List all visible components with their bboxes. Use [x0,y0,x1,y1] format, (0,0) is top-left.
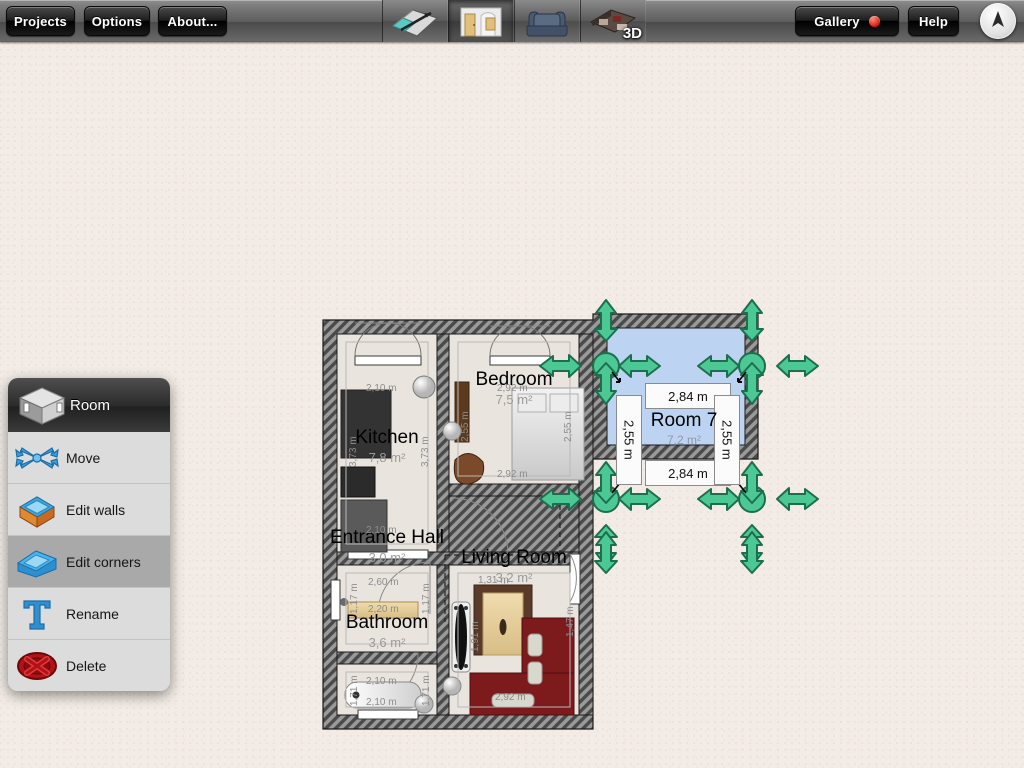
edge-arrow-bottom-a [619,488,660,510]
context-menu-item-edit-corners[interactable]: Edit corners [8,536,170,588]
tool-button-group: 3D [382,0,646,42]
context-menu-label-edit-corners: Edit corners [66,554,141,570]
tool-3d-view[interactable]: 3D [580,0,646,42]
context-menu-item-delete[interactable]: Delete [8,640,170,691]
text-t-icon [8,588,66,639]
context-menu-title: Room [70,397,110,414]
dim-bath-top: 2,10 m [366,676,397,687]
room-box-icon [16,384,68,431]
delete-cross-icon [8,640,66,691]
dim-bedroom-top: 2,92 m [497,383,528,394]
dim-kitchen-right: 3,73 m [420,436,431,467]
dim-kitchen-top: 2,10 m [366,383,397,394]
move-arrows-icon [8,432,66,483]
help-button[interactable]: Help [908,6,959,36]
edit-corners-icon [8,536,66,587]
projects-button[interactable]: Projects [6,6,75,36]
corner-arrow-right-bottom [777,488,818,510]
dim-bath-bottom: 2,10 m [366,697,397,708]
dim-bedroom-right: 2,55 m [563,411,574,442]
gallery-label: Gallery [814,14,860,29]
room7-name: Room 7 [636,410,732,432]
tool-doors-windows[interactable] [448,0,514,42]
plan-canvas[interactable]: Kitchen 7,8 m² Bedroom 7,5 m² Entrance H… [0,42,1024,768]
gallery-button[interactable]: Gallery [795,6,899,36]
dim-bath-left: 1,71 m [349,675,360,706]
dim-hall-top: 2,60 m [368,577,399,588]
dim-kitchen-bottom: 2,10 m [366,525,397,536]
context-menu-label-delete: Delete [66,658,106,674]
corner-arrow-right-top [777,355,818,377]
about-button[interactable]: About... [158,6,227,36]
dim-hall-bottom: 2,20 m [368,604,399,615]
context-menu-label-edit-walls: Edit walls [66,502,125,518]
edge-arrow-bottom-b [698,488,739,510]
dim-hall-left: 1,17 m [349,583,360,614]
context-menu-label-rename: Rename [66,606,119,622]
dim-bedroom-left: 2,55 m [460,411,471,442]
top-toolbar: Projects Options About... [0,0,1024,42]
dim-living-bottom: 2,92 m [495,692,526,703]
compass-button[interactable] [980,3,1016,39]
context-menu-header: Room [8,378,170,432]
room7-area: 7,2 m² [636,433,732,447]
context-menu-item-edit-walls[interactable]: Edit walls [8,484,170,536]
dim-hall-right: 1,17 m [421,583,432,614]
gallery-badge-dot [869,16,880,27]
navigation-arrow-icon [987,8,1009,35]
context-menu-label-move: Move [66,450,100,466]
dim-bath-right: 1,71 m [421,675,432,706]
context-menu-item-rename[interactable]: Rename [8,588,170,640]
context-menu-item-move[interactable]: Move [8,432,170,484]
options-button[interactable]: Options [84,6,150,36]
dim-living-top: 1,31 m [478,575,509,586]
tool-floor-plan[interactable] [382,0,448,42]
dim-living-right: 1,47 m [565,606,576,637]
room-context-menu[interactable]: Room Move [8,378,170,691]
dim-living-left: 1,91 m [470,621,481,652]
tool-furniture[interactable] [514,0,580,42]
dim-kitchen-left: 3,73 m [348,436,359,467]
edit-walls-icon [8,484,66,535]
dim-bedroom-bottom: 2,92 m [497,469,528,480]
tool-3d-label: 3D [623,25,642,42]
